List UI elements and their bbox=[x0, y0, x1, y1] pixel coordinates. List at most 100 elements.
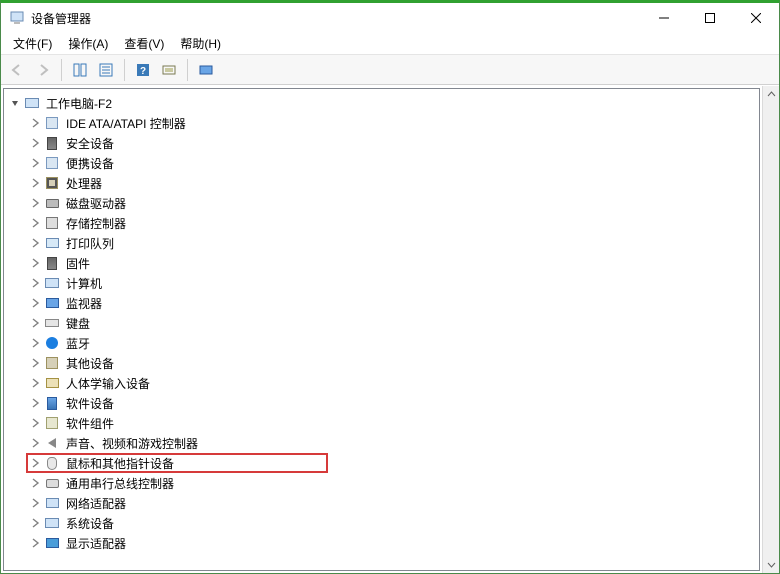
tree-item-label: IDE ATA/ATAPI 控制器 bbox=[64, 115, 188, 132]
tree-item[interactable]: 网络适配器 bbox=[24, 493, 759, 513]
chevron-right-icon[interactable] bbox=[28, 196, 42, 210]
tree-item[interactable]: IDE ATA/ATAPI 控制器 bbox=[24, 113, 759, 133]
close-button[interactable] bbox=[733, 3, 779, 33]
app-icon bbox=[9, 10, 25, 26]
minimize-button[interactable] bbox=[641, 3, 687, 33]
tree-item-label: 网络适配器 bbox=[64, 495, 128, 512]
tree-item[interactable]: 便携设备 bbox=[24, 153, 759, 173]
computer-icon bbox=[24, 95, 40, 111]
tree-item-label: 人体学输入设备 bbox=[64, 375, 152, 392]
chip-icon bbox=[44, 175, 60, 191]
forward-button[interactable] bbox=[31, 58, 55, 82]
chevron-right-icon[interactable] bbox=[28, 136, 42, 150]
content-area: 工作电脑-F2 IDE ATA/ATAPI 控制器安全设备便携设备处理器磁盘驱动器… bbox=[1, 85, 779, 573]
highlight-annotation: 鼠标和其他指针设备 bbox=[26, 453, 328, 473]
sound-icon bbox=[44, 435, 60, 451]
tree-item[interactable]: 声音、视频和游戏控制器 bbox=[24, 433, 759, 453]
tree-item-label: 显示适配器 bbox=[64, 535, 128, 552]
tree-item[interactable]: 人体学输入设备 bbox=[24, 373, 759, 393]
chevron-right-icon[interactable] bbox=[28, 176, 42, 190]
scroll-up-button[interactable] bbox=[763, 86, 779, 103]
monitor-icon bbox=[44, 295, 60, 311]
tree-item-label: 系统设备 bbox=[64, 515, 116, 532]
tree-item-label: 安全设备 bbox=[64, 135, 116, 152]
tree-item[interactable]: 固件 bbox=[24, 253, 759, 273]
tree-item[interactable]: 鼠标和其他指针设备 bbox=[24, 453, 759, 473]
chevron-right-icon[interactable] bbox=[28, 476, 42, 490]
tree-item-label: 鼠标和其他指针设备 bbox=[64, 455, 176, 472]
chevron-right-icon[interactable] bbox=[28, 216, 42, 230]
tree-item-label: 通用串行总线控制器 bbox=[64, 475, 176, 492]
menu-action[interactable]: 操作(A) bbox=[60, 33, 116, 54]
toolbar-separator bbox=[187, 59, 188, 81]
scroll-track[interactable] bbox=[763, 103, 779, 556]
tree-item[interactable]: 安全设备 bbox=[24, 133, 759, 153]
chevron-right-icon[interactable] bbox=[28, 296, 42, 310]
tree-item[interactable]: 通用串行总线控制器 bbox=[24, 473, 759, 493]
chevron-right-icon[interactable] bbox=[28, 256, 42, 270]
tree-item[interactable]: 软件设备 bbox=[24, 393, 759, 413]
scan-hardware-button[interactable] bbox=[157, 58, 181, 82]
chevron-right-icon[interactable] bbox=[28, 436, 42, 450]
tree-root-node[interactable]: 工作电脑-F2 bbox=[4, 93, 759, 113]
chevron-right-icon[interactable] bbox=[28, 456, 42, 470]
generic-icon bbox=[44, 115, 60, 131]
tree-item-label: 处理器 bbox=[64, 175, 104, 192]
comp-icon bbox=[44, 415, 60, 431]
svg-text:?: ? bbox=[140, 66, 146, 77]
chevron-right-icon[interactable] bbox=[28, 116, 42, 130]
other-icon bbox=[44, 355, 60, 371]
help-button[interactable]: ? bbox=[131, 58, 155, 82]
tree-root-label: 工作电脑-F2 bbox=[44, 95, 114, 112]
disk-icon bbox=[44, 195, 60, 211]
tree-item[interactable]: 计算机 bbox=[24, 273, 759, 293]
bt-icon bbox=[44, 335, 60, 351]
scroll-down-button[interactable] bbox=[763, 556, 779, 573]
tree-item[interactable]: 软件组件 bbox=[24, 413, 759, 433]
tree-item[interactable]: 蓝牙 bbox=[24, 333, 759, 353]
menu-help[interactable]: 帮助(H) bbox=[172, 33, 229, 54]
chevron-right-icon[interactable] bbox=[28, 316, 42, 330]
menu-file[interactable]: 文件(F) bbox=[5, 33, 60, 54]
tree-item[interactable]: 处理器 bbox=[24, 173, 759, 193]
chevron-right-icon[interactable] bbox=[28, 416, 42, 430]
menu-view[interactable]: 查看(V) bbox=[116, 33, 172, 54]
chevron-right-icon[interactable] bbox=[28, 356, 42, 370]
show-hide-tree-button[interactable] bbox=[68, 58, 92, 82]
toolbar: ? bbox=[1, 55, 779, 85]
chevron-right-icon[interactable] bbox=[28, 276, 42, 290]
chevron-down-icon[interactable] bbox=[8, 96, 22, 110]
tree-item[interactable]: 键盘 bbox=[24, 313, 759, 333]
sys-icon bbox=[44, 515, 60, 531]
properties-button[interactable] bbox=[94, 58, 118, 82]
tree-item-label: 监视器 bbox=[64, 295, 104, 312]
device-tree[interactable]: 工作电脑-F2 IDE ATA/ATAPI 控制器安全设备便携设备处理器磁盘驱动器… bbox=[3, 88, 760, 571]
chevron-right-icon[interactable] bbox=[28, 396, 42, 410]
chevron-right-icon[interactable] bbox=[28, 376, 42, 390]
chevron-right-icon[interactable] bbox=[28, 236, 42, 250]
tree-item[interactable]: 打印队列 bbox=[24, 233, 759, 253]
maximize-button[interactable] bbox=[687, 3, 733, 33]
printer-icon bbox=[44, 235, 60, 251]
mouse-icon bbox=[44, 455, 60, 471]
tree-item[interactable]: 监视器 bbox=[24, 293, 759, 313]
vertical-scrollbar[interactable] bbox=[762, 86, 779, 573]
keyboard-icon bbox=[44, 315, 60, 331]
titlebar: 设备管理器 bbox=[1, 3, 779, 33]
tree-item[interactable]: 显示适配器 bbox=[24, 533, 759, 553]
tree-item[interactable]: 系统设备 bbox=[24, 513, 759, 533]
chevron-right-icon[interactable] bbox=[28, 336, 42, 350]
chevron-right-icon[interactable] bbox=[28, 496, 42, 510]
chevron-right-icon[interactable] bbox=[28, 156, 42, 170]
hid-icon bbox=[44, 375, 60, 391]
tree-item-label: 软件设备 bbox=[64, 395, 116, 412]
tree-item[interactable]: 存储控制器 bbox=[24, 213, 759, 233]
display-icon bbox=[44, 535, 60, 551]
tree-item[interactable]: 磁盘驱动器 bbox=[24, 193, 759, 213]
tree-item[interactable]: 其他设备 bbox=[24, 353, 759, 373]
tree-item-label: 打印队列 bbox=[64, 235, 116, 252]
devices-by-type-button[interactable] bbox=[194, 58, 218, 82]
chevron-right-icon[interactable] bbox=[28, 536, 42, 550]
chevron-right-icon[interactable] bbox=[28, 516, 42, 530]
back-button[interactable] bbox=[5, 58, 29, 82]
